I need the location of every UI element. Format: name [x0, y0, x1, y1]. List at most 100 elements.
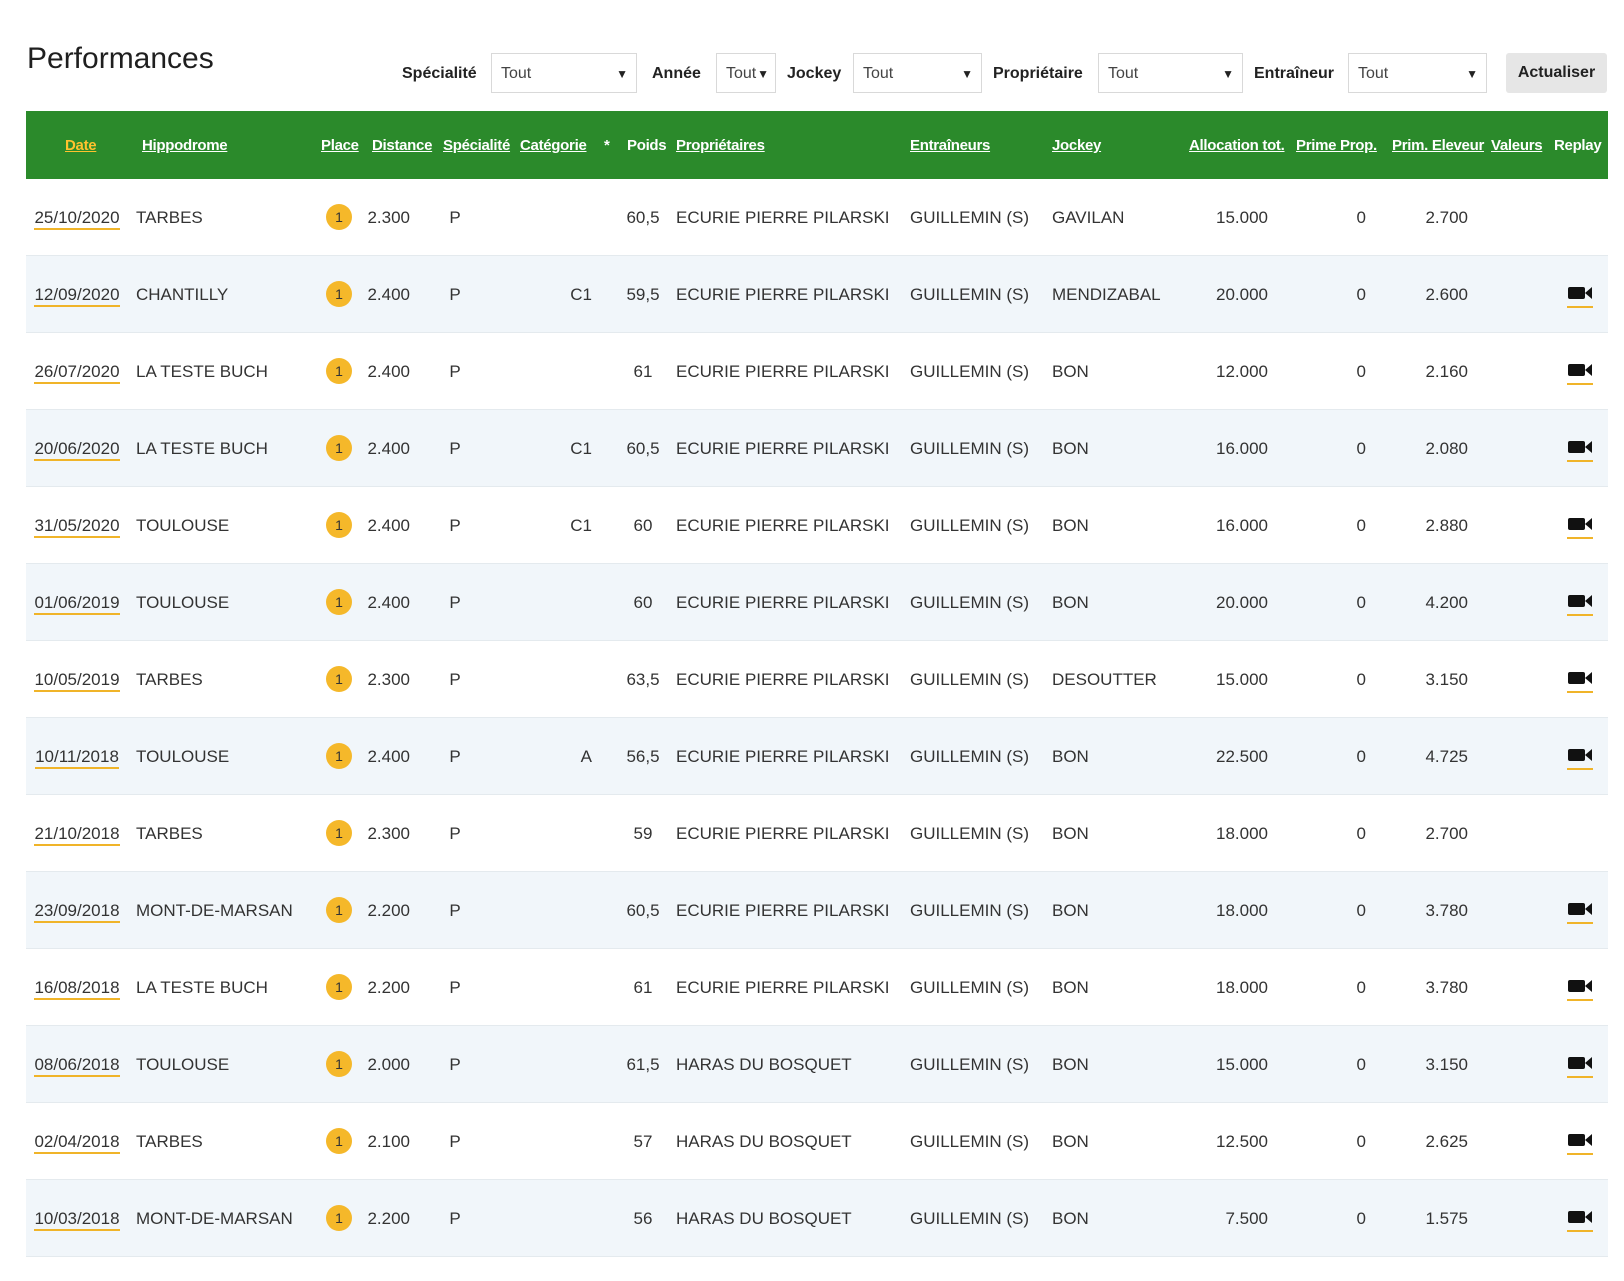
- entraineur-cell: GUILLEMIN (S): [910, 593, 1030, 612]
- video-camera-icon[interactable]: [1567, 361, 1593, 385]
- prime-prop-cell: 0: [1356, 1055, 1366, 1074]
- column-header-date[interactable]: Date: [65, 137, 97, 154]
- race-date-link[interactable]: 16/08/2018: [34, 978, 120, 1000]
- place-badge: 1: [326, 435, 352, 461]
- column-header-prim-eleveur[interactable]: Prim. Eleveur: [1392, 137, 1484, 154]
- table-row: 10/11/2018 TOULOUSE 1 2.400 P A 56,5 ECURIE PIE…: [26, 718, 1608, 795]
- race-date-link[interactable]: 01/06/2019: [34, 593, 120, 615]
- prim-eleveur-cell: 2.700: [1425, 824, 1468, 843]
- filter-jockey-select[interactable]: Tout ▼: [853, 53, 982, 93]
- video-camera-icon[interactable]: [1567, 669, 1593, 693]
- race-date-link[interactable]: 23/09/2018: [34, 901, 120, 923]
- column-header-categorie[interactable]: Catégorie: [520, 137, 587, 154]
- distance-cell: 2.100: [367, 1132, 410, 1151]
- poids-cell: 59,5: [626, 285, 660, 304]
- prim-eleveur-cell: 3.780: [1425, 901, 1468, 920]
- race-date-link[interactable]: 10/11/2018: [35, 747, 119, 769]
- race-date-link[interactable]: 21/10/2018: [34, 824, 120, 846]
- video-camera-icon[interactable]: [1567, 515, 1593, 539]
- table-row: 26/07/2020 LA TESTE BUCH 1 2.400 P 61 ECURIE P…: [26, 333, 1608, 410]
- poids-cell: 60: [633, 516, 653, 535]
- video-camera-icon[interactable]: [1567, 1131, 1593, 1155]
- caret-down-icon: ▼: [616, 67, 628, 81]
- proprietaire-cell: ECURIE PIERRE PILARSKI: [676, 285, 890, 304]
- place-badge: 1: [326, 589, 352, 615]
- proprietaire-cell: ECURIE PIERRE PILARSKI: [676, 670, 890, 689]
- video-camera-icon[interactable]: [1567, 977, 1593, 1001]
- race-date-link[interactable]: 10/03/2018: [34, 1209, 120, 1231]
- column-header-allocation[interactable]: Allocation tot.: [1189, 137, 1285, 154]
- prime-prop-cell: 0: [1356, 824, 1366, 843]
- proprietaire-cell: ECURIE PIERRE PILARSKI: [676, 747, 890, 766]
- column-header-entraineurs[interactable]: Entraîneurs: [910, 137, 990, 154]
- poids-cell: 60,5: [626, 901, 660, 920]
- column-header-jockey[interactable]: Jockey: [1052, 137, 1101, 154]
- column-header-proprietaires[interactable]: Propriétaires: [676, 137, 765, 154]
- column-header-place[interactable]: Place: [321, 137, 359, 154]
- filter-jockey-label: Jockey: [787, 65, 842, 82]
- caret-down-icon: ▼: [757, 67, 769, 81]
- allocation-cell: 12.500: [1216, 1132, 1268, 1151]
- prim-eleveur-cell: 3.780: [1425, 978, 1468, 997]
- table-body: 25/10/2020 TARBES 1 2.300 P 60,5 ECURIE PIERRE…: [26, 179, 1608, 1257]
- video-camera-icon[interactable]: [1567, 284, 1593, 308]
- hippodrome-cell: TARBES: [136, 670, 203, 689]
- distance-cell: 2.000: [367, 1055, 410, 1074]
- proprietaire-cell: HARAS DU BOSQUET: [676, 1132, 852, 1151]
- caret-down-icon: ▼: [1466, 67, 1478, 81]
- specialite-cell: P: [449, 593, 461, 612]
- prime-prop-cell: 0: [1356, 901, 1366, 920]
- race-date-link[interactable]: 12/09/2020: [34, 285, 120, 307]
- place-badge: 1: [326, 743, 352, 769]
- prime-prop-cell: 0: [1356, 1132, 1366, 1151]
- filter-proprietaire-value: Tout: [1108, 65, 1139, 82]
- caret-down-icon: ▼: [961, 67, 973, 81]
- specialite-cell: P: [449, 516, 461, 535]
- race-date-link[interactable]: 10/05/2019: [34, 670, 120, 692]
- prime-prop-cell: 0: [1356, 439, 1366, 458]
- table-row: 10/05/2019 TARBES 1 2.300 P 63,5 ECURIE PIERRE…: [26, 641, 1608, 718]
- filter-annee-label: Année: [652, 65, 701, 82]
- race-date-link[interactable]: 08/06/2018: [34, 1055, 120, 1077]
- filter-specialite-label: Spécialité: [402, 65, 477, 82]
- race-date-link[interactable]: 25/10/2020: [34, 208, 120, 230]
- prime-prop-cell: 0: [1356, 516, 1366, 535]
- race-date-link[interactable]: 20/06/2020: [34, 439, 120, 461]
- column-header-hippodrome[interactable]: Hippodrome: [142, 137, 228, 154]
- video-camera-icon[interactable]: [1567, 746, 1593, 770]
- filter-proprietaire-select[interactable]: Tout ▼: [1098, 53, 1243, 93]
- allocation-cell: 22.500: [1216, 747, 1268, 766]
- video-camera-icon[interactable]: [1567, 1208, 1593, 1232]
- table-row: 25/10/2020 TARBES 1 2.300 P 60,5 ECURIE PIERRE…: [26, 179, 1608, 256]
- specialite-cell: P: [449, 670, 461, 689]
- prim-eleveur-cell: 2.080: [1425, 439, 1468, 458]
- video-camera-icon[interactable]: [1567, 438, 1593, 462]
- filter-entraineur-value: Tout: [1358, 65, 1389, 82]
- poids-cell: 56: [633, 1209, 653, 1228]
- video-camera-icon[interactable]: [1567, 1054, 1593, 1078]
- caret-down-icon: ▼: [1222, 67, 1234, 81]
- hippodrome-cell: TARBES: [136, 208, 203, 227]
- place-badge: 1: [326, 974, 352, 1000]
- proprietaire-cell: ECURIE PIERRE PILARSKI: [676, 208, 890, 227]
- column-header-distance[interactable]: Distance: [372, 137, 432, 154]
- hippodrome-cell: LA TESTE BUCH: [136, 362, 268, 381]
- column-header-prime-prop[interactable]: Prime Prop.: [1296, 137, 1377, 154]
- proprietaire-cell: ECURIE PIERRE PILARSKI: [676, 439, 890, 458]
- video-camera-icon[interactable]: [1567, 592, 1593, 616]
- jockey-cell: BON: [1052, 978, 1089, 997]
- race-date-link[interactable]: 31/05/2020: [34, 516, 120, 538]
- place-badge: 1: [326, 820, 352, 846]
- video-camera-icon[interactable]: [1567, 900, 1593, 924]
- refresh-button[interactable]: Actualiser: [1506, 53, 1607, 93]
- jockey-cell: BON: [1052, 824, 1089, 843]
- place-badge: 1: [326, 897, 352, 923]
- filter-entraineur-select[interactable]: Tout ▼: [1348, 53, 1487, 93]
- filter-annee-select[interactable]: Tout ▼: [716, 53, 776, 93]
- race-date-link[interactable]: 02/04/2018: [34, 1132, 120, 1154]
- filter-specialite-select[interactable]: Tout ▼: [491, 53, 637, 93]
- filter-jockey-value: Tout: [863, 65, 894, 82]
- column-header-specialite[interactable]: Spécialité: [443, 137, 510, 154]
- column-header-valeurs[interactable]: Valeurs: [1491, 137, 1543, 154]
- race-date-link[interactable]: 26/07/2020: [34, 362, 120, 384]
